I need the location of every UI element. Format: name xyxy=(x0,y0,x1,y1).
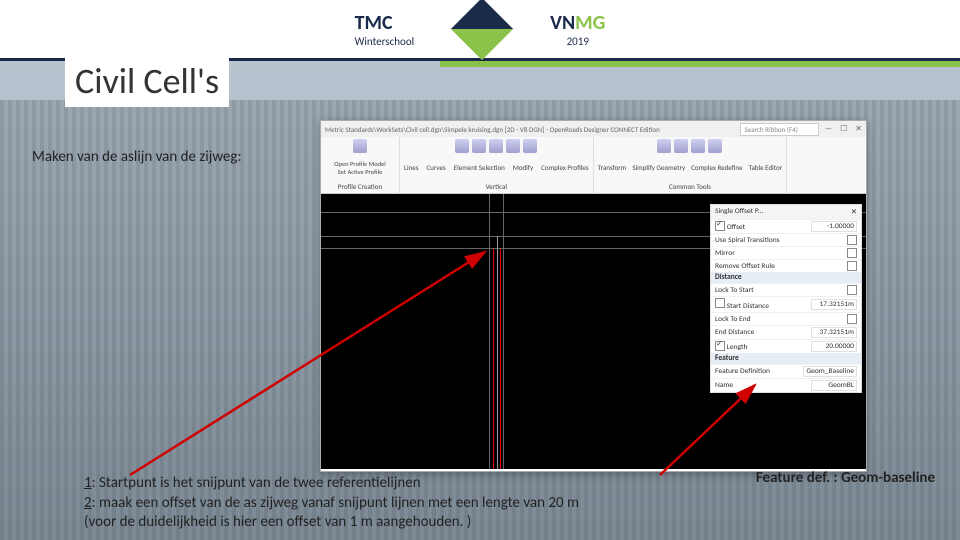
transform-label: Transform xyxy=(598,163,627,172)
element-label: Element Selection xyxy=(454,163,505,172)
table-editor-icon[interactable] xyxy=(708,139,722,153)
startdist-checkbox[interactable] xyxy=(715,298,725,308)
ribbon-group-common: Transform Simplify Geometry Complex Rede… xyxy=(594,137,788,193)
offset-value[interactable]: -1.00000 xyxy=(811,221,857,232)
lockend-checkbox[interactable] xyxy=(847,314,857,324)
spiral-label: Use Spiral Transitions xyxy=(715,236,780,245)
green-divider xyxy=(440,61,960,67)
complex-label: Complex Profiles xyxy=(541,163,588,172)
ribbon-toolbar: Open Profile Model Set Active Profile Pr… xyxy=(321,137,866,194)
open-profile-label: Open Profile Model xyxy=(334,160,386,168)
simplify-icon[interactable] xyxy=(674,139,688,153)
ribbon-group-label: Profile Creation xyxy=(338,182,382,191)
panel-title: Single Offset P... xyxy=(715,207,763,217)
tmc-subtitle: Winterschool xyxy=(355,35,415,48)
minimize-icon[interactable]: — xyxy=(825,124,832,134)
step3-text: (voor de duidelijkheid is hier een offse… xyxy=(84,513,471,531)
app-screenshot: Metric Standards\WorkSets\Civil cell.dgn… xyxy=(320,120,867,472)
vnmg-mg: MG xyxy=(575,11,605,35)
curves-icon[interactable] xyxy=(472,139,486,153)
offset-checkbox[interactable] xyxy=(715,221,725,231)
lockend-label: Lock To End xyxy=(715,315,751,324)
length-value[interactable]: 20.00000 xyxy=(811,341,857,352)
modify-label: Modify xyxy=(513,163,533,172)
tmc-logo: TMC Winterschool xyxy=(355,11,415,48)
vnmg-year: 2019 xyxy=(550,35,605,48)
step1-prefix: 1 xyxy=(84,474,92,492)
distance-section: Distance xyxy=(711,272,861,283)
set-active-profile-label: Set Active Profile xyxy=(334,168,386,176)
lines-label: Lines xyxy=(404,163,418,172)
close-icon[interactable]: ✕ xyxy=(855,124,862,134)
remove-label: Remove Offset Rule xyxy=(715,262,775,271)
redefine-label: Complex Redefine xyxy=(691,163,742,172)
complex-geometry-icon[interactable] xyxy=(523,139,537,153)
name-value[interactable]: GeomBL xyxy=(811,380,857,391)
length-label: Length xyxy=(727,343,748,352)
offset-panel: Single Offset P... ✕ Offset -1.00000 Use… xyxy=(710,204,862,393)
ribbon-group-profile: Open Profile Model Set Active Profile Pr… xyxy=(321,137,400,193)
mirror-checkbox[interactable] xyxy=(847,248,857,258)
enddist-label: End Distance xyxy=(715,328,754,337)
steps-text: 1: Startpunt is het snijpunt van de twee… xyxy=(84,474,579,533)
remove-checkbox[interactable] xyxy=(847,261,857,271)
maximize-icon[interactable]: ☐ xyxy=(840,124,847,134)
feature-section: Feature xyxy=(711,353,861,364)
lockstart-checkbox[interactable] xyxy=(847,285,857,295)
modify-icon[interactable] xyxy=(506,139,520,153)
offset-label: Offset xyxy=(727,223,745,232)
panel-close-icon[interactable]: ✕ xyxy=(851,207,857,217)
profile-icon[interactable] xyxy=(353,139,367,153)
ribbon-group-label: Vertical xyxy=(486,182,507,191)
simplify-label: Simplify Geometry xyxy=(632,163,685,172)
app-titlebar: Metric Standards\WorkSets\Civil cell.dgn… xyxy=(321,121,866,137)
slide-title: Civil Cell's xyxy=(65,55,229,107)
table-label: Table Editor xyxy=(749,163,783,172)
startdist-label: Start Distance xyxy=(727,302,769,311)
vnmg-logo: VNMG 2019 xyxy=(550,11,605,48)
ribbon-group-label: Common Tools xyxy=(669,182,711,191)
header-bar: TMC Winterschool VNMG 2019 xyxy=(0,0,960,61)
search-input[interactable]: Search Ribbon (F4) xyxy=(740,123,819,136)
step2-text: : maak een offset van de as zijweg vanaf… xyxy=(92,494,579,512)
element-icon[interactable] xyxy=(489,139,503,153)
feature-def-note: Feature def. : Geom-baseline xyxy=(756,469,935,487)
enddist-value[interactable]: 37.32151m xyxy=(811,327,857,338)
app-title: Metric Standards\WorkSets\Civil cell.dgn… xyxy=(325,125,660,134)
ribbon-group-vertical: Lines Curves Element Selection Modify Co… xyxy=(400,137,594,193)
step-description: Maken van de aslijn van de zijweg: xyxy=(32,148,241,166)
step1-text: : Startpunt is het snijpunt van de twee … xyxy=(92,474,421,492)
spiral-checkbox[interactable] xyxy=(847,235,857,245)
redefine-icon[interactable] xyxy=(691,139,705,153)
tmc-name: TMC xyxy=(355,11,415,35)
length-checkbox[interactable] xyxy=(715,341,725,351)
transform-icon[interactable] xyxy=(657,139,671,153)
step2-prefix: 2 xyxy=(84,494,92,512)
drawing-canvas[interactable]: Single Offset P... ✕ Offset -1.00000 Use… xyxy=(321,194,866,469)
startdist-value[interactable]: 17.32151m xyxy=(811,299,857,310)
lockstart-label: Lock To Start xyxy=(715,286,754,295)
lines-icon[interactable] xyxy=(455,139,469,153)
diamond-logo-icon xyxy=(451,0,513,60)
vnmg-vn: VN xyxy=(550,11,575,35)
curves-label: Curves xyxy=(426,163,445,172)
featdef-label: Feature Definition xyxy=(715,367,770,376)
mirror-label: Mirror xyxy=(715,249,735,258)
name-label: Name xyxy=(715,381,733,390)
featdef-value[interactable]: Geom_Baseline xyxy=(803,366,857,377)
